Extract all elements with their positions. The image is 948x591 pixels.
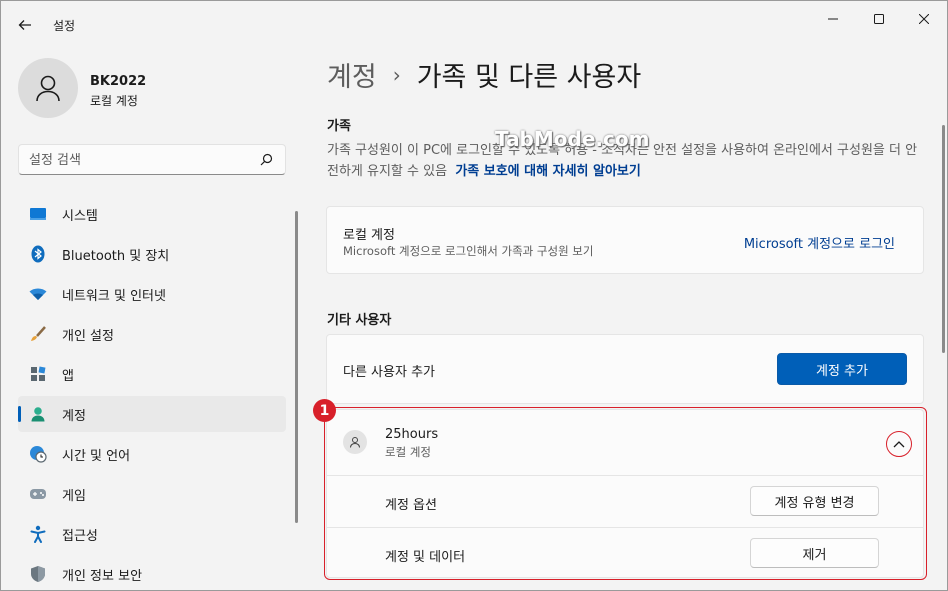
annotation-highlight — [324, 407, 927, 580]
content-scrollbar[interactable] — [942, 125, 945, 353]
search-icon[interactable] — [260, 153, 273, 166]
other-users-heading: 기타 사용자 — [327, 313, 392, 328]
sidebar-item-accessibility[interactable]: 접근성 — [18, 516, 286, 552]
add-user-label: 다른 사용자 추가 — [343, 365, 435, 380]
accessibility-icon — [28, 524, 48, 544]
sidebar-nav: 시스템 Bluetooth 및 장치 네트워크 및 인터넷 개인 설정 앱 계정… — [18, 196, 286, 591]
sidebar-item-network[interactable]: 네트워크 및 인터넷 — [18, 276, 286, 312]
add-account-button[interactable]: 계정 추가 — [777, 353, 907, 385]
sidebar-scrollbar[interactable] — [295, 211, 298, 523]
gamepad-icon — [28, 484, 48, 504]
family-heading: 가족 — [327, 119, 351, 134]
sidebar-item-bluetooth[interactable]: Bluetooth 및 장치 — [18, 236, 286, 272]
sidebar-item-gaming[interactable]: 게임 — [18, 476, 286, 512]
local-account-subtitle: Microsoft 계정으로 로그인해서 가족과 구성원 보기 — [343, 244, 594, 258]
annotation-badge: 1 — [313, 399, 336, 422]
minimize-icon — [828, 18, 838, 20]
arrow-left-icon — [18, 20, 31, 30]
apps-icon — [28, 364, 48, 384]
maximize-button[interactable] — [856, 5, 902, 33]
sidebar-item-label: 네트워크 및 인터넷 — [62, 288, 166, 304]
breadcrumb-separator: › — [392, 62, 401, 87]
search-box[interactable] — [18, 144, 286, 175]
back-button[interactable] — [11, 11, 39, 39]
minimize-button[interactable] — [810, 5, 856, 33]
sidebar-item-label: 계정 — [62, 408, 86, 424]
sidebar-item-apps[interactable]: 앱 — [18, 356, 286, 392]
add-user-card: 다른 사용자 추가 계정 추가 — [326, 334, 924, 404]
maximize-icon — [874, 14, 884, 24]
globe-clock-icon — [28, 444, 48, 464]
avatar[interactable] — [18, 58, 78, 118]
sidebar-item-system[interactable]: 시스템 — [18, 196, 286, 232]
sidebar-item-time-language[interactable]: 시간 및 언어 — [18, 436, 286, 472]
bluetooth-icon — [28, 244, 48, 264]
page-title: 가족 및 다른 사용자 — [416, 62, 642, 93]
sidebar-item-label: 개인 정보 보안 — [62, 568, 143, 584]
watermark: TabMode.com — [495, 127, 650, 151]
sidebar-item-label: 게임 — [62, 488, 86, 504]
person-icon — [36, 75, 60, 102]
sidebar-item-accounts[interactable]: 계정 — [18, 396, 286, 432]
account-icon — [28, 404, 48, 424]
user-account-type: 로컬 계정 — [90, 94, 138, 108]
sidebar-item-label: 접근성 — [62, 528, 98, 544]
family-learn-more-link[interactable]: 가족 보호에 대해 자세히 알아보기 — [455, 164, 641, 179]
search-input[interactable] — [29, 150, 249, 170]
sidebar-item-label: 개인 설정 — [62, 328, 114, 344]
local-account-title: 로컬 계정 — [343, 228, 395, 243]
app-title: 설정 — [53, 19, 76, 33]
brush-icon — [28, 324, 48, 344]
close-button[interactable] — [901, 5, 947, 33]
user-name: BK2022 — [90, 74, 147, 89]
local-account-card: 로컬 계정 Microsoft 계정으로 로그인해서 가족과 구성원 보기 Mi… — [326, 206, 924, 274]
sidebar-item-label: 시스템 — [62, 208, 98, 224]
system-icon — [28, 204, 48, 224]
sidebar-item-label: Bluetooth 및 장치 — [62, 248, 170, 264]
sidebar-item-label: 앱 — [62, 368, 74, 384]
shield-icon — [28, 564, 48, 584]
close-icon — [919, 14, 929, 24]
sidebar-item-personalization[interactable]: 개인 설정 — [18, 316, 286, 352]
breadcrumb-parent[interactable]: 계정 — [327, 55, 377, 94]
microsoft-login-link[interactable]: Microsoft 계정으로 로그인 — [744, 233, 895, 252]
sidebar-item-privacy[interactable]: 개인 정보 보안 — [18, 556, 286, 591]
breadcrumb: 계정 › 가족 및 다른 사용자 — [327, 55, 641, 94]
wifi-icon — [28, 284, 48, 304]
sidebar-item-label: 시간 및 언어 — [62, 448, 131, 464]
